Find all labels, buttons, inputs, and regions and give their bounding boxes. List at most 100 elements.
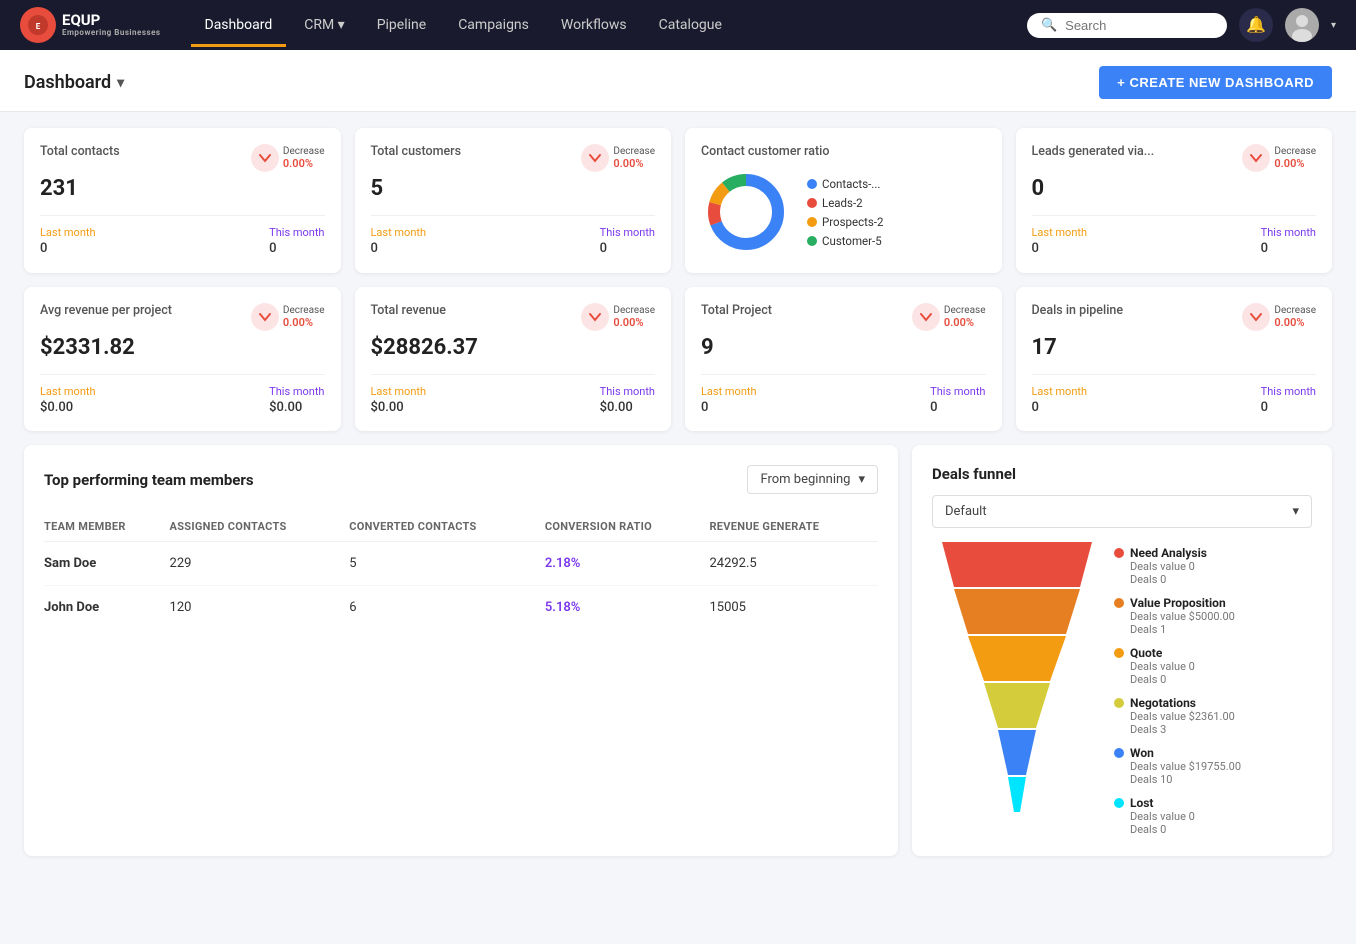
customers-dot: [807, 236, 817, 246]
quote-dot: [1114, 648, 1124, 658]
negotations-dot: [1114, 698, 1124, 708]
decrease-icon-2: [581, 144, 609, 172]
stat-deals-pipeline: Deals in pipeline Decrease 0.00% 17 Last…: [1016, 287, 1333, 431]
funnel-legend-value-prop: Value Proposition Deals value $5000.00 D…: [1114, 596, 1241, 636]
lost-sub2: Deals 0: [1130, 823, 1195, 836]
quote-title: Quote: [1130, 646, 1195, 660]
funnel-body: Need Analysis Deals value 0 Deals 0 Valu…: [932, 542, 1312, 836]
main-content: Total contacts Decrease 0.00% 231 Last m…: [0, 112, 1356, 872]
funnel-legend-quote: Quote Deals value 0 Deals 0: [1114, 646, 1241, 686]
stat-total-revenue: Total revenue Decrease 0.00% $28826.37 L…: [355, 287, 672, 431]
avg-revenue-value: $2331.82: [40, 335, 325, 360]
revenue-2: 15005: [709, 586, 878, 630]
stats-row-1: Total contacts Decrease 0.00% 231 Last m…: [24, 128, 1332, 273]
this-month-label-1: This month: [269, 226, 324, 239]
negotations-sub1: Deals value $2361.00: [1130, 710, 1235, 723]
total-customers-value: 5: [371, 176, 656, 201]
page-header: Dashboard ▾ + CREATE NEW DASHBOARD: [0, 50, 1356, 112]
nav-campaigns[interactable]: Campaigns: [444, 3, 543, 47]
stat-total-contacts: Total contacts Decrease 0.00% 231 Last m…: [24, 128, 341, 273]
search-input[interactable]: [1065, 18, 1213, 33]
revenue-1: 24292.5: [709, 542, 878, 586]
negotations-title: Negotations: [1130, 696, 1235, 710]
contact-ratio-label: Contact customer ratio: [701, 144, 986, 159]
last-month-label-4: Last month: [1032, 226, 1088, 239]
this-month-label-5: This month: [269, 385, 324, 398]
navbar: E EQUP Empowering Businesses Dashboard C…: [0, 0, 1356, 50]
need-analysis-sub1: Deals value 0: [1130, 560, 1207, 573]
nav-pipeline[interactable]: Pipeline: [363, 3, 441, 47]
value-prop-sub2: Deals 1: [1130, 623, 1235, 636]
col-team-member: TEAM MEMBER: [44, 512, 170, 542]
period-dropdown[interactable]: From beginning ▾: [747, 465, 878, 494]
team-table: TEAM MEMBER ASSIGNED CONTACTS CONVERTED …: [44, 512, 878, 629]
this-month-label-6: This month: [600, 385, 655, 398]
table-row: John Doe 120 6 5.18% 15005: [44, 586, 878, 630]
deals-pipeline-label: Deals in pipeline: [1032, 303, 1124, 318]
converted-2: 6: [349, 586, 545, 630]
deals-pipeline-badge: Decrease 0.00%: [1242, 303, 1316, 331]
team-title: Top performing team members: [44, 471, 254, 489]
nav-workflows[interactable]: Workflows: [547, 3, 641, 47]
last-month-label-1: Last month: [40, 226, 96, 239]
search-icon: 🔍: [1041, 18, 1057, 33]
nav-links: Dashboard CRM ▾ Pipeline Campaigns Workf…: [191, 3, 997, 47]
last-month-value-7: 0: [701, 400, 757, 415]
total-customers-badge: Decrease 0.00%: [581, 144, 655, 172]
last-month-value-4: 0: [1032, 241, 1088, 256]
search-box[interactable]: 🔍: [1027, 13, 1227, 38]
col-assigned: ASSIGNED CONTACTS: [170, 512, 350, 542]
brand-tagline: Empowering Businesses: [62, 28, 161, 37]
funnel-card: Deals funnel Default ▾: [912, 445, 1332, 856]
stat-total-customers: Total customers Decrease 0.00% 5 Last mo…: [355, 128, 672, 273]
this-month-value-4: 0: [1261, 241, 1316, 256]
deals-pipeline-value: 17: [1032, 335, 1317, 360]
page-title-row[interactable]: Dashboard ▾: [24, 72, 124, 93]
this-month-value-6: $0.00: [600, 400, 655, 415]
negotations-sub2: Deals 3: [1130, 723, 1235, 736]
last-month-value-8: 0: [1032, 400, 1088, 415]
decrease-icon-8: [1242, 303, 1270, 331]
avg-revenue-badge: Decrease 0.00%: [251, 303, 325, 331]
assigned-1: 229: [170, 542, 350, 586]
this-month-label-8: This month: [1261, 385, 1316, 398]
total-contacts-value: 231: [40, 176, 325, 201]
donut-chart: [701, 167, 791, 257]
this-month-label-2: This month: [600, 226, 655, 239]
total-project-value: 9: [701, 335, 986, 360]
funnel-legend: Need Analysis Deals value 0 Deals 0 Valu…: [1114, 542, 1241, 836]
legend-leads: Leads-2: [807, 196, 883, 210]
funnel-legend-won: Won Deals value $19755.00 Deals 10: [1114, 746, 1241, 786]
logo[interactable]: E EQUP Empowering Businesses: [20, 7, 161, 43]
avatar[interactable]: [1285, 8, 1319, 42]
leads-generated-label: Leads generated via...: [1032, 144, 1155, 159]
funnel-legend-lost: Lost Deals value 0 Deals 0: [1114, 796, 1241, 836]
decrease-icon: [251, 144, 279, 172]
ratio-1: 2.18%: [545, 542, 710, 586]
total-customers-label: Total customers: [371, 144, 462, 159]
nav-crm[interactable]: CRM ▾: [290, 3, 358, 47]
funnel-title: Deals funnel: [932, 465, 1312, 483]
avatar-dropdown-caret[interactable]: ▾: [1331, 20, 1336, 31]
nav-dashboard[interactable]: Dashboard: [191, 3, 287, 47]
table-row: Sam Doe 229 5 2.18% 24292.5: [44, 542, 878, 586]
svg-text:E: E: [36, 22, 41, 31]
page-title: Dashboard: [24, 72, 111, 93]
won-dot: [1114, 748, 1124, 758]
stat-total-project: Total Project Decrease 0.00% 9 Last mont…: [685, 287, 1002, 431]
last-month-value-2: 0: [371, 241, 427, 256]
decrease-icon-7: [912, 303, 940, 331]
stat-contact-ratio: Contact customer ratio: [685, 128, 1002, 273]
leads-dot: [807, 198, 817, 208]
last-month-value-5: $0.00: [40, 400, 96, 415]
funnel-dropdown[interactable]: Default ▾: [932, 495, 1312, 528]
this-month-value-8: 0: [1261, 400, 1316, 415]
create-dashboard-button[interactable]: + CREATE NEW DASHBOARD: [1099, 66, 1332, 99]
funnel-legend-need-analysis: Need Analysis Deals value 0 Deals 0: [1114, 546, 1241, 586]
prospects-dot: [807, 217, 817, 227]
col-converted: CONVERTED CONTACTS: [349, 512, 545, 542]
nav-catalogue[interactable]: Catalogue: [645, 3, 736, 47]
decrease-icon-3: [1242, 144, 1270, 172]
notification-bell[interactable]: 🔔: [1239, 8, 1273, 42]
need-analysis-dot: [1114, 548, 1124, 558]
